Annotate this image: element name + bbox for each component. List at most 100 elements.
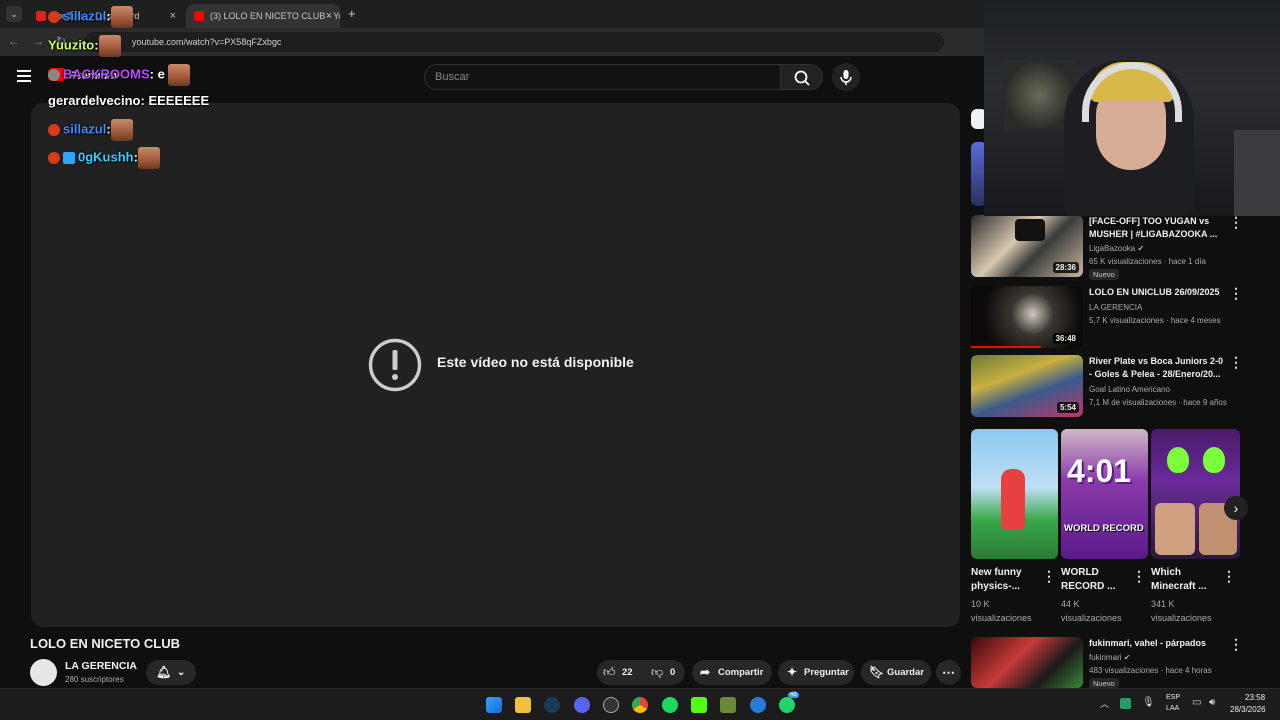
short-views: 44 Kvisualizaciones — [1061, 599, 1122, 623]
shelf-object — [1234, 130, 1280, 216]
microphone-icon — [840, 70, 852, 85]
sidebar-video-thumbnail[interactable]: 28:36 — [971, 215, 1083, 277]
youtube-icon — [194, 11, 204, 21]
discord-icon[interactable] — [574, 697, 590, 713]
sidebar-video-channel[interactable]: fukinmari ✔ — [1089, 651, 1130, 664]
sidebar-video-channel[interactable]: LA GERENCIA — [1089, 301, 1142, 314]
clock-time[interactable]: 23:58 — [1245, 693, 1265, 702]
sidebar-video-thumbnail[interactable]: 36:48 — [971, 286, 1083, 348]
microphone-tray-icon[interactable]: 🎙︎ — [1142, 697, 1155, 708]
short-title[interactable]: New funny physics-... — [971, 566, 1022, 594]
chat-message: BACKROOMS: e — [48, 64, 191, 86]
thumbnail-logo — [1015, 219, 1045, 241]
close-tab-icon[interactable]: × — [170, 4, 176, 28]
video-title: LOLO EN NICETO CLUB — [30, 636, 180, 651]
forward-icon[interactable]: → — [32, 34, 44, 48]
tab-youtube-video[interactable]: (3) LOLO EN NICETO CLUB - YouTube × — [186, 4, 340, 28]
sparkle-icon: ✦ — [787, 665, 798, 679]
steam-icon[interactable] — [544, 697, 560, 713]
more-options-icon[interactable]: ⋮ — [1229, 285, 1243, 302]
channel-avatar[interactable] — [30, 659, 57, 686]
spotify-icon[interactable] — [662, 697, 678, 713]
badge-icon — [63, 152, 75, 164]
sidebar-video-title[interactable]: River Plate vs Boca Juniors 2-0- Goles &… — [1089, 355, 1229, 381]
channel-name[interactable]: LA GERENCIA — [65, 660, 137, 672]
more-options-icon[interactable]: ⋮ — [1132, 568, 1146, 585]
share-button[interactable]: ➦ Compartir — [692, 660, 772, 685]
sidebar-video-title[interactable]: [FACE-OFF] TOO YUGAN vs MUSHER | #LIGABAZ… — [1089, 215, 1229, 241]
video-duration: 28:36 — [1052, 262, 1079, 273]
emote-icon — [168, 64, 191, 86]
new-tab-button[interactable]: + — [348, 6, 356, 21]
more-options-icon[interactable]: ⋮ — [1229, 354, 1243, 371]
more-options-icon[interactable]: ⋮ — [1229, 214, 1243, 231]
search-input[interactable]: Buscar — [424, 64, 781, 90]
save-button[interactable]: 🔖︎ Guardar — [861, 660, 931, 685]
browser-tab-bar: ⌄ YouTube - Dashboard × (3) LOLO EN NICE… — [0, 0, 984, 28]
voice-search-button[interactable] — [832, 63, 860, 91]
security-icon[interactable] — [1120, 698, 1131, 709]
player-error-message: Este vídeo no está disponible — [437, 354, 634, 370]
search-button[interactable] — [780, 64, 823, 90]
short-thumbnail[interactable] — [971, 429, 1058, 559]
emote-icon — [137, 147, 160, 169]
close-tab-icon[interactable]: × — [326, 4, 332, 28]
short-overlay-text: 4:01 — [1067, 453, 1132, 489]
display-icon[interactable]: ▭ — [1192, 697, 1201, 708]
sidebar-video-title[interactable]: LOLO EN UNICLUB 26/09/2025 — [1089, 286, 1229, 299]
short-thumbnail[interactable] — [1151, 429, 1240, 559]
more-options-icon[interactable]: ⋮ — [1042, 568, 1056, 585]
like-button[interactable]: 👍︎ 22 — [603, 664, 643, 682]
tab-list-button[interactable]: ⌄ — [6, 6, 22, 22]
short-thumbnail[interactable]: 4:01 WORLD RECORD — [1061, 429, 1148, 559]
more-options-icon[interactable]: ⋮ — [1229, 636, 1243, 653]
address-bar-row: ← → ↻ youtube.com/watch?v=PX58qFZxbgc — [0, 28, 984, 56]
chat-message: Yuuzito: — [48, 35, 121, 57]
video-duration: 36:48 — [1052, 333, 1079, 344]
minecraft-icon[interactable] — [720, 697, 736, 713]
potion-icon — [1167, 447, 1189, 473]
kick-icon[interactable] — [691, 697, 707, 713]
chrome-icon[interactable] — [632, 697, 648, 713]
back-icon[interactable]: ← — [8, 34, 20, 48]
badge-icon — [48, 11, 60, 23]
chat-message: gerardelvecino: EEEEEEE — [48, 93, 210, 108]
menu-icon[interactable] — [17, 70, 31, 82]
tray-expand-icon[interactable]: ︿ — [1100, 697, 1109, 710]
shorts-next-button[interactable]: › — [1224, 496, 1248, 520]
obs-icon[interactable] — [603, 697, 619, 713]
thumbs-up-icon: 👍︎ — [603, 665, 616, 679]
dislike-button[interactable]: 👎︎ 0 — [651, 664, 681, 682]
emote-icon — [110, 6, 133, 28]
watch-progress-bar — [971, 346, 1041, 348]
ccleaner-icon[interactable] — [750, 697, 766, 713]
badge-icon — [48, 69, 60, 81]
share-icon: ➦ — [700, 665, 711, 679]
short-title[interactable]: WORLD RECORD ... — [1061, 566, 1115, 594]
short-views: 10 Kvisualizaciones — [971, 599, 1032, 623]
sidebar-video-title[interactable]: fukinmari, vahel - párpados — [1089, 637, 1206, 650]
ask-button[interactable]: ✦ Preguntar — [778, 660, 854, 685]
chat-message: sillazul: — [48, 119, 133, 141]
notification-button[interactable]: 🔔︎ ⌄ — [146, 660, 196, 685]
more-actions-button[interactable]: ⋯ — [936, 660, 961, 685]
keyboard-layout[interactable]: LAA — [1166, 705, 1179, 712]
sidebar-video-channel[interactable]: Goal Latino Americano — [1089, 383, 1170, 396]
short-title[interactable]: Which Minecraft ... — [1151, 566, 1207, 594]
sidebar-video-thumbnail[interactable] — [971, 637, 1083, 688]
whatsapp-icon[interactable] — [779, 697, 795, 713]
clock-date[interactable]: 28/3/2026 — [1230, 705, 1266, 714]
windows-start-icon[interactable] — [486, 697, 502, 713]
file-explorer-icon[interactable] — [515, 697, 531, 713]
more-options-icon[interactable]: ⋮ — [1222, 568, 1236, 585]
potion-icon — [1203, 447, 1225, 473]
webcam-overlay — [984, 0, 1280, 216]
sidebar-video-channel[interactable]: LigaBazooka ✔ — [1089, 242, 1144, 255]
language-indicator[interactable]: ESP — [1166, 694, 1180, 701]
sidebar-video-thumbnail[interactable]: 5:54 — [971, 355, 1083, 417]
url-input[interactable]: youtube.com/watch?v=PX58qFZxbgc — [84, 32, 944, 52]
chevron-down-icon: ⌄ — [177, 667, 186, 678]
yandex-icon — [36, 11, 46, 21]
volume-icon[interactable]: 🔊︎ — [1209, 697, 1215, 708]
dislike-count: 0 — [670, 667, 676, 678]
